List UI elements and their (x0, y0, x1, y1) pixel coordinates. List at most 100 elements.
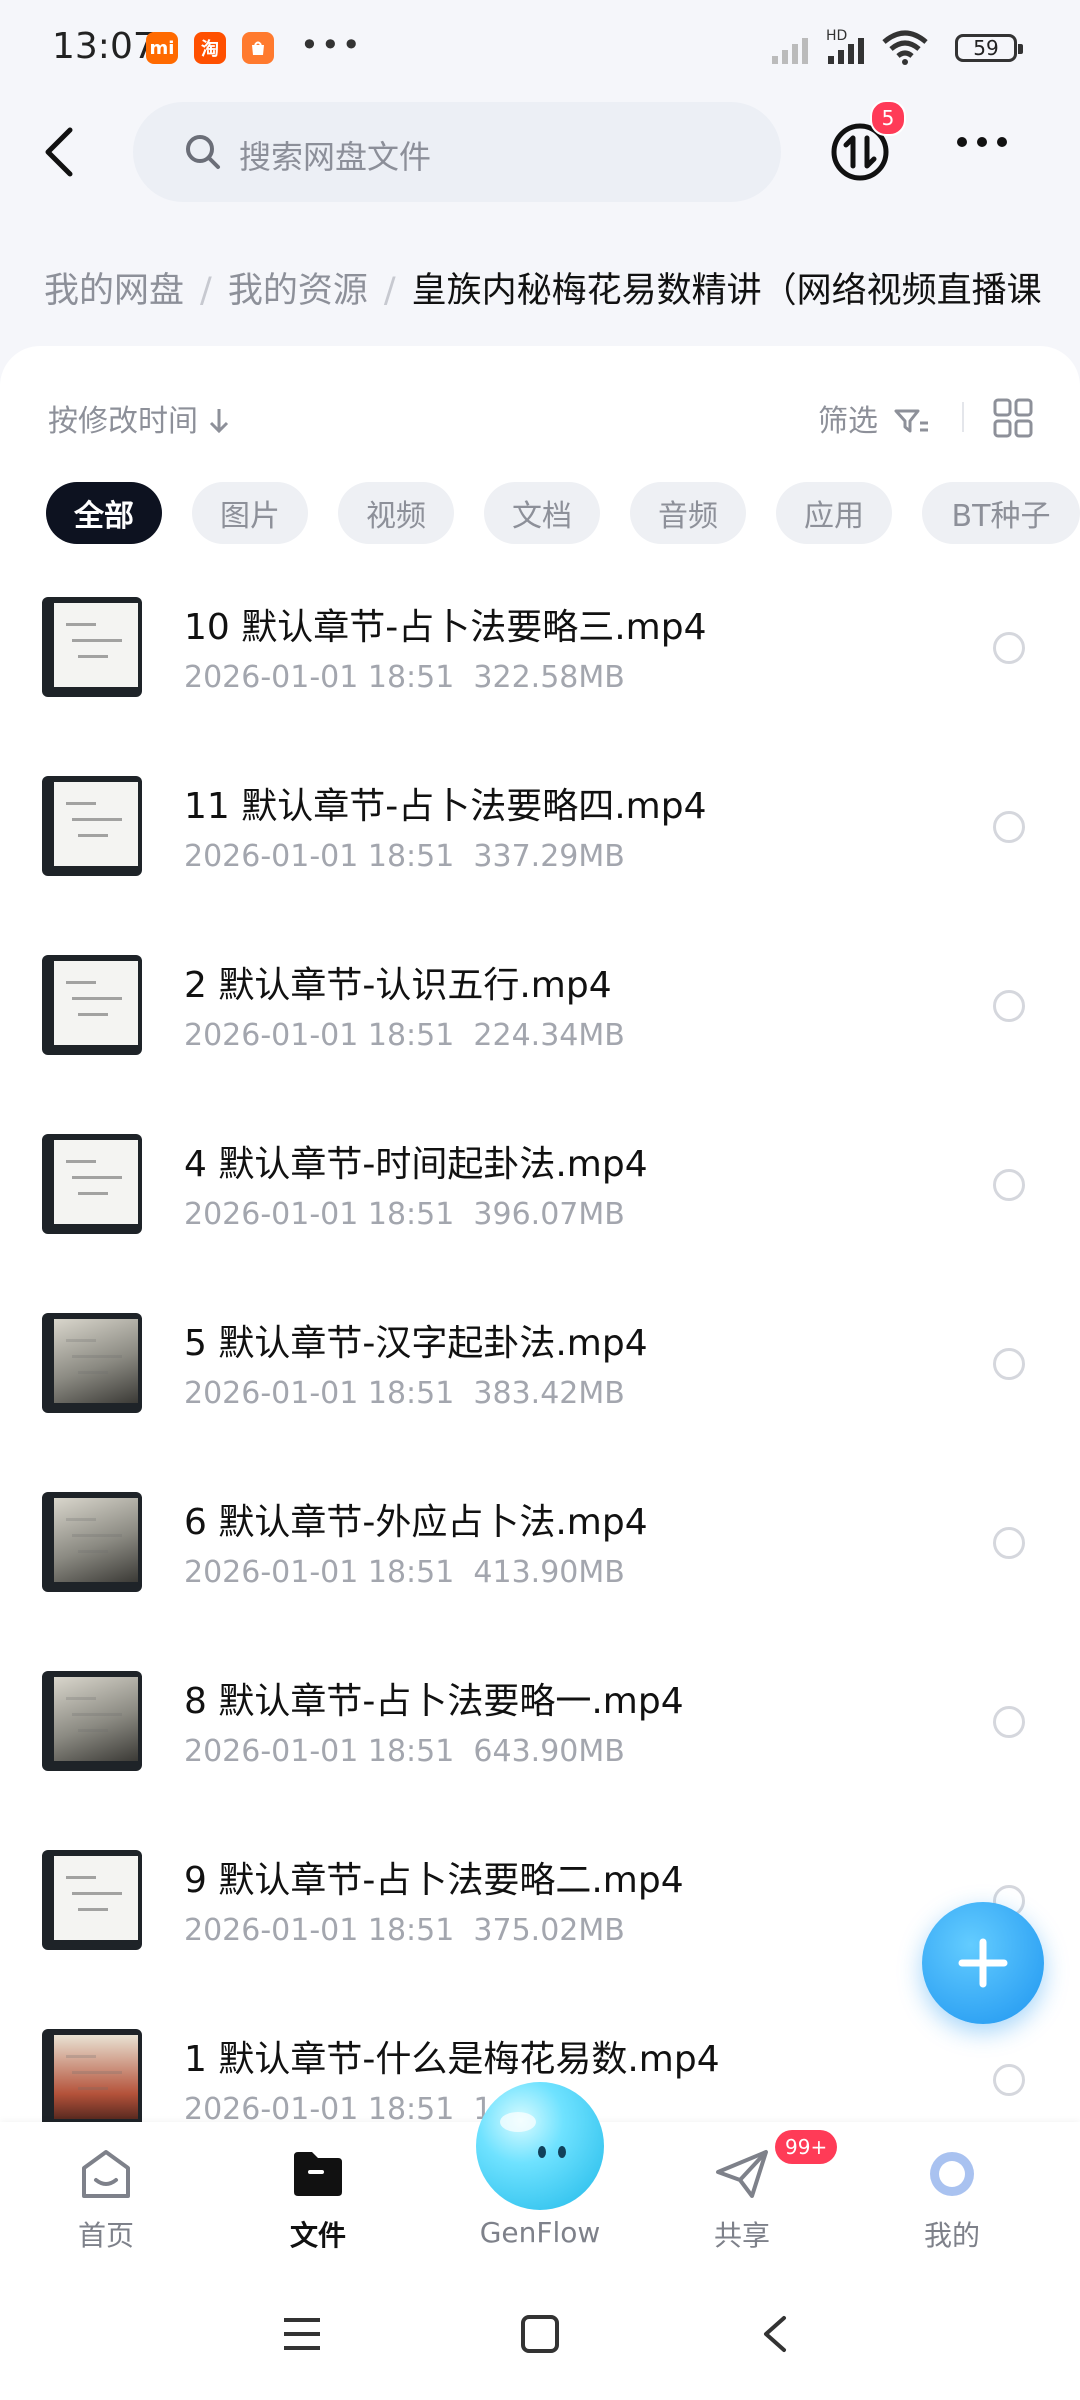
file-row[interactable]: 6 默认章节-外应占卜法.mp4 2026-01-01 18:51 413.90M… (0, 1475, 1080, 1654)
video-thumbnail (42, 955, 142, 1055)
shopping-app-icon (242, 32, 274, 64)
file-row[interactable]: 10 默认章节-占卜法要略三.mp4 2026-01-01 18:51 322.5… (0, 580, 1080, 759)
file-row[interactable]: 5 默认章节-汉字起卦法.mp4 2026-01-01 18:51 383.42M… (0, 1296, 1080, 1475)
video-thumbnail (42, 1671, 142, 1771)
file-name: 5 默认章节-汉字起卦法.mp4 (184, 1323, 648, 1364)
chip-documents[interactable]: 文档 (484, 482, 600, 544)
chip-audio[interactable]: 音频 (630, 482, 746, 544)
signal-icon (772, 38, 808, 64)
add-button[interactable] (922, 1902, 1044, 2024)
system-navigation-bar (0, 2272, 1080, 2400)
file-name: 8 默认章节-占卜法要略一.mp4 (184, 1681, 684, 1722)
file-row[interactable]: 8 默认章节-占卜法要略一.mp4 2026-01-01 18:51 643.90… (0, 1654, 1080, 1833)
file-name: 2 默认章节-认识五行.mp4 (184, 965, 612, 1006)
video-thumbnail (42, 1134, 142, 1234)
nav-home[interactable]: 首页 (26, 2146, 186, 2254)
share-count-badge: 99+ (775, 2130, 838, 2164)
back-triangle-icon[interactable] (760, 2314, 790, 2354)
nav-genflow[interactable]: GenFlow (460, 2216, 620, 2249)
nav-files-label: 文件 (289, 2219, 346, 2252)
breadcrumb: 我的网盘 / 我的资源 / 皇族内秘梅花易数精讲（网络视频直播课 (44, 262, 1080, 313)
file-name: 11 默认章节-占卜法要略四.mp4 (184, 786, 707, 827)
file-list: 10 默认章节-占卜法要略三.mp4 2026-01-01 18:51 322.5… (0, 580, 1080, 2122)
select-checkbox[interactable] (993, 1169, 1025, 1201)
file-date: 2026-01-01 18:51 (184, 1197, 455, 1232)
signal-icon-2 (828, 38, 864, 64)
file-date: 2026-01-01 18:51 (184, 839, 455, 874)
file-name: 4 默认章节-时间起卦法.mp4 (184, 1144, 648, 1185)
more-options-icon[interactable] (955, 132, 1009, 152)
file-size: 413.90MB (473, 1555, 625, 1590)
file-row[interactable]: 11 默认章节-占卜法要略四.mp4 2026-01-01 18:51 337.2… (0, 759, 1080, 938)
chip-apps[interactable]: 应用 (776, 482, 892, 544)
chip-images[interactable]: 图片 (192, 482, 308, 544)
video-thumbnail (42, 1850, 142, 1950)
nav-files[interactable]: 文件 (238, 2146, 398, 2254)
filter-icon (894, 409, 928, 433)
select-checkbox[interactable] (993, 2064, 1025, 2096)
file-name: 10 默认章节-占卜法要略三.mp4 (184, 607, 707, 648)
paper-plane-icon (716, 2150, 768, 2198)
back-button[interactable] (36, 122, 80, 182)
file-size: 383.42MB (473, 1376, 625, 1411)
chip-bt-seeds[interactable]: BT种子 (922, 482, 1080, 544)
taobao-app-icon: 淘 (194, 32, 226, 64)
sort-label: 按修改时间 (48, 404, 198, 439)
file-meta: 2026-01-01 18:51 322.58MB (184, 660, 625, 695)
grid-view-icon[interactable] (993, 398, 1033, 438)
toolbar-divider (962, 402, 964, 432)
file-meta: 2026-01-01 18:51 1 (184, 2092, 493, 2122)
plus-icon (958, 1938, 1008, 1988)
file-date: 2026-01-01 18:51 (184, 1018, 455, 1053)
breadcrumb-item-current: 皇族内秘梅花易数精讲（网络视频直播课 (411, 271, 1042, 311)
nav-home-label: 首页 (77, 2219, 134, 2252)
file-row[interactable]: 9 默认章节-占卜法要略二.mp4 2026-01-01 18:51 375.02… (0, 1833, 1080, 2012)
wifi-icon (882, 30, 928, 65)
breadcrumb-item-root[interactable]: 我的网盘 (44, 271, 184, 311)
file-row[interactable]: 2 默认章节-认识五行.mp4 2026-01-01 18:51 224.34MB (0, 938, 1080, 1117)
arrow-down-icon (209, 409, 228, 434)
select-checkbox[interactable] (993, 990, 1025, 1022)
file-date: 2026-01-01 18:51 (184, 1734, 455, 1769)
select-checkbox[interactable] (993, 1706, 1025, 1738)
file-row[interactable]: 4 默认章节-时间起卦法.mp4 2026-01-01 18:51 396.07M… (0, 1117, 1080, 1296)
nav-genflow-label: GenFlow (479, 2216, 601, 2249)
chip-all[interactable]: 全部 (46, 482, 162, 544)
sort-button[interactable]: 按修改时间 (48, 396, 230, 440)
menu-icon[interactable] (282, 2316, 322, 2352)
file-meta: 2026-01-01 18:51 375.02MB (184, 1913, 625, 1948)
home-square-icon[interactable] (520, 2314, 560, 2354)
file-size: 396.07MB (473, 1197, 625, 1232)
select-checkbox[interactable] (993, 811, 1025, 843)
file-meta: 2026-01-01 18:51 383.42MB (184, 1376, 625, 1411)
nav-profile[interactable]: 我的 (872, 2146, 1032, 2254)
file-meta: 2026-01-01 18:51 413.90MB (184, 1555, 625, 1590)
mi-app-icon: mi (146, 32, 178, 64)
select-checkbox[interactable] (993, 1527, 1025, 1559)
profile-avatar-icon (930, 2152, 974, 2196)
transfer-count-badge: 5 (870, 100, 906, 136)
nav-profile-label: 我的 (923, 2219, 980, 2252)
video-thumbnail (42, 776, 142, 876)
search-icon (186, 135, 220, 169)
file-date: 2026-01-01 18:51 (184, 1376, 455, 1411)
breadcrumb-separator: / (383, 271, 396, 311)
status-bar: 13:07 mi 淘 ••• HD 59 (0, 0, 1080, 100)
video-thumbnail (42, 1313, 142, 1413)
chip-videos[interactable]: 视频 (338, 482, 454, 544)
filter-button[interactable]: 筛选 (818, 396, 930, 440)
breadcrumb-item-resources[interactable]: 我的资源 (228, 271, 368, 311)
search-input[interactable]: 搜索网盘文件 (133, 102, 781, 202)
file-meta: 2026-01-01 18:51 337.29MB (184, 839, 625, 874)
genflow-orb-icon[interactable] (476, 2082, 604, 2210)
video-thumbnail (42, 597, 142, 697)
filter-label: 筛选 (818, 404, 878, 439)
file-meta: 2026-01-01 18:51 396.07MB (184, 1197, 625, 1232)
select-checkbox[interactable] (993, 1348, 1025, 1380)
file-size: 322.58MB (473, 660, 625, 695)
file-meta: 2026-01-01 18:51 643.90MB (184, 1734, 625, 1769)
select-checkbox[interactable] (993, 632, 1025, 664)
file-size: 224.34MB (473, 1018, 625, 1053)
home-icon (82, 2150, 130, 2198)
nav-share-label: 共享 (713, 2219, 770, 2252)
